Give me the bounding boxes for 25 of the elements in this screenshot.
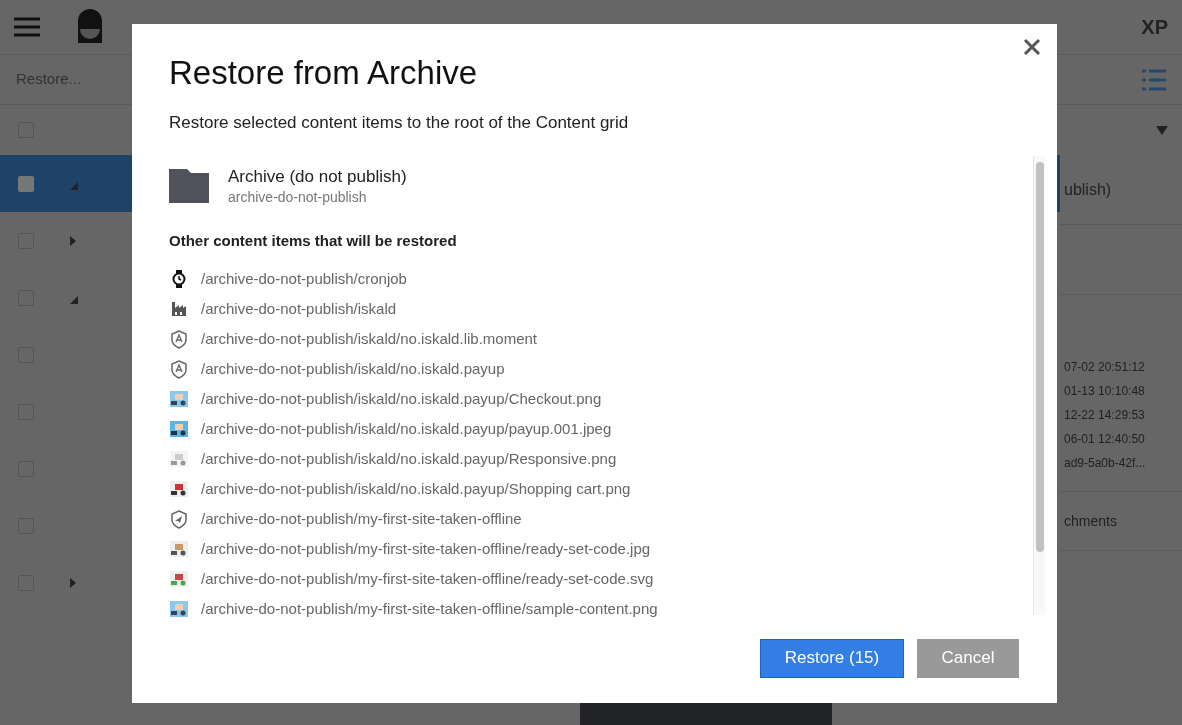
dependant-path: /archive-do-not-publish/iskald/no.iskald.payup xyxy=(201,358,505,379)
brand-label: XP xyxy=(1141,15,1168,40)
dependant-path: /archive-do-not-publish/iskald/no.iskald.payup/Responsive.png xyxy=(201,448,617,469)
dependant-path: /archive-do-not-publish/cronjob xyxy=(201,268,407,289)
dependant-path: /archive-do-not-publish/iskald/no.iskald.payup/Shopping cart.png xyxy=(201,478,631,499)
item-title: ublish) xyxy=(1064,179,1112,200)
dialog-subtitle: Restore selected content items to the root of the Content grid xyxy=(169,112,630,134)
property-value: ad9-5a0b-42f... xyxy=(1064,455,1147,472)
dependant-path: /archive-do-not-publish/iskald/no.iskald.payup/payup.001.jpeg xyxy=(201,418,612,439)
item-name: Archive (do not publish) xyxy=(228,165,407,188)
dependants-heading: Other content items that will be restored xyxy=(169,230,458,251)
dependant-path: /archive-do-not-publish/iskald/no.iskald.lib.moment xyxy=(201,328,537,349)
property-value: 07-02 20:51:12 xyxy=(1064,359,1146,376)
property-value: 01-13 10:10:48 xyxy=(1064,383,1146,400)
property-value: 06-01 12:40:50 xyxy=(1064,431,1146,448)
dependant-path: /archive-do-not-publish/my-first-site-taken-offline/sample-content.png xyxy=(201,598,658,619)
section-title: chments xyxy=(1064,511,1117,531)
item-path: archive-do-not-publish xyxy=(228,187,368,206)
property-value: 12-22 14:29:53 xyxy=(1064,407,1146,424)
dependant-path: /archive-do-not-publish/my-first-site-taken-offline/ready-set-code.jpg xyxy=(201,538,651,559)
dependant-path: /archive-do-not-publish/iskald/no.iskald.payup/Checkout.png xyxy=(201,388,602,409)
dependant-path: /archive-do-not-publish/iskald xyxy=(201,298,397,319)
dependant-path: /archive-do-not-publish/my-first-site-taken-offline/ready-set-code.svg xyxy=(201,568,654,589)
dialog-title: Restore from Archive xyxy=(169,53,479,93)
dependant-path: /archive-do-not-publish/my-first-site-taken-offline xyxy=(201,508,522,529)
